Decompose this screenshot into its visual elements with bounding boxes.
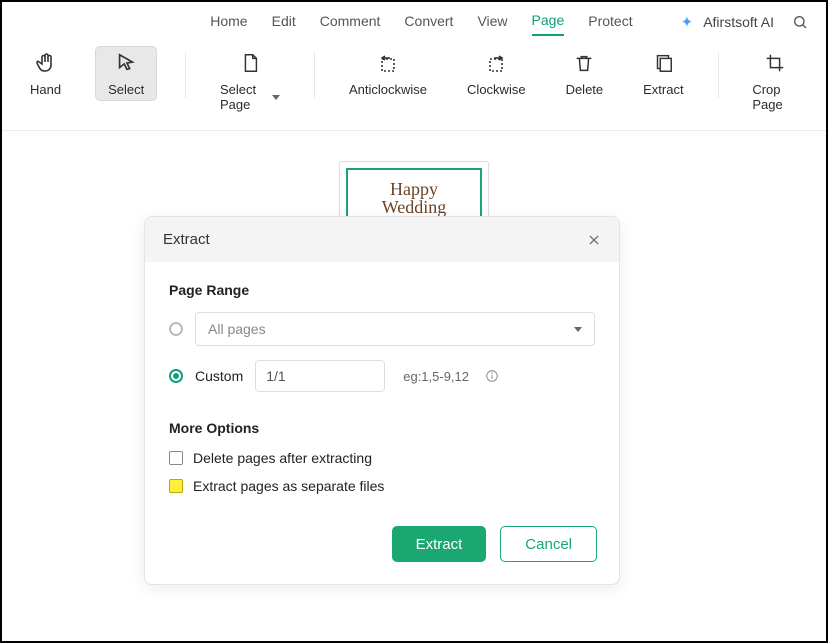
more-options-label: More Options bbox=[169, 420, 595, 436]
menu-bar: Home Edit Comment Convert View Page Prot… bbox=[2, 2, 826, 38]
delete-after-label: Delete pages after extracting bbox=[193, 450, 372, 466]
separate-files-label: Extract pages as separate files bbox=[193, 478, 384, 494]
ai-label[interactable]: Afirstsoft AI bbox=[703, 14, 774, 30]
chevron-down-icon bbox=[574, 327, 582, 332]
search-icon[interactable] bbox=[792, 14, 808, 30]
dialog-header: Extract bbox=[145, 217, 619, 262]
select-page-label: Select Page bbox=[220, 82, 280, 112]
menu-item-page[interactable]: Page bbox=[532, 8, 565, 36]
menu-item-view[interactable]: View bbox=[477, 9, 507, 35]
delete-label: Delete bbox=[566, 82, 604, 97]
clockwise-button[interactable]: Clockwise bbox=[461, 46, 532, 101]
menu-item-convert[interactable]: Convert bbox=[404, 9, 453, 35]
chevron-down-icon bbox=[272, 95, 280, 100]
anticlockwise-label: Anticlockwise bbox=[349, 82, 427, 97]
all-pages-row: All pages bbox=[169, 312, 595, 346]
delete-button[interactable]: Delete bbox=[560, 46, 610, 101]
page-icon bbox=[237, 50, 263, 76]
separate-files-row: Extract pages as separate files bbox=[169, 478, 595, 494]
custom-label: Custom bbox=[195, 368, 243, 384]
hand-icon bbox=[33, 50, 59, 76]
extract-confirm-button[interactable]: Extract bbox=[392, 526, 487, 562]
sparkle-icon: ✦ bbox=[681, 13, 694, 31]
separate-files-checkbox[interactable] bbox=[169, 479, 183, 493]
custom-radio[interactable] bbox=[169, 369, 183, 383]
menu-item-protect[interactable]: Protect bbox=[588, 9, 632, 35]
crop-page-button[interactable]: Crop Page bbox=[746, 46, 804, 116]
cancel-button[interactable]: Cancel bbox=[500, 526, 597, 562]
all-pages-option-label: All pages bbox=[208, 321, 266, 337]
cursor-icon bbox=[113, 50, 139, 76]
toolbar-separator bbox=[314, 52, 315, 98]
custom-page-input[interactable] bbox=[255, 360, 385, 392]
page-range-label: Page Range bbox=[169, 282, 595, 298]
trash-icon bbox=[571, 50, 597, 76]
dialog-title: Extract bbox=[163, 231, 210, 248]
hand-button[interactable]: Hand bbox=[24, 46, 67, 101]
menu-right-group: ✦ Afirstsoft AI bbox=[681, 13, 808, 31]
toolbar-separator bbox=[718, 52, 719, 98]
crop-icon bbox=[762, 50, 788, 76]
rotate-left-icon bbox=[375, 50, 401, 76]
custom-row: Custom eg:1,5-9,12 bbox=[169, 360, 595, 392]
delete-after-row: Delete pages after extracting bbox=[169, 450, 595, 466]
select-button[interactable]: Select bbox=[95, 46, 157, 101]
crop-page-label: Crop Page bbox=[752, 82, 798, 112]
extract-dialog: Extract Page Range All pages Custom eg:1… bbox=[144, 216, 620, 585]
page-thumbnail-title: Happy Wedding bbox=[356, 180, 472, 216]
anticlockwise-button[interactable]: Anticlockwise bbox=[343, 46, 433, 101]
menu-item-comment[interactable]: Comment bbox=[320, 9, 381, 35]
extract-label: Extract bbox=[643, 82, 683, 97]
extract-icon bbox=[650, 50, 676, 76]
extract-button[interactable]: Extract bbox=[637, 46, 689, 101]
close-icon[interactable] bbox=[587, 233, 601, 247]
dialog-footer: Extract Cancel bbox=[145, 514, 619, 584]
menu-item-list: Home Edit Comment Convert View Page Prot… bbox=[210, 8, 632, 36]
all-pages-radio[interactable] bbox=[169, 322, 183, 336]
dialog-body: Page Range All pages Custom eg:1,5-9,12 … bbox=[145, 262, 619, 514]
more-options-section: More Options Delete pages after extracti… bbox=[169, 420, 595, 494]
hand-label: Hand bbox=[30, 82, 61, 97]
select-label: Select bbox=[108, 82, 144, 97]
toolbar-separator bbox=[185, 52, 186, 98]
all-pages-select[interactable]: All pages bbox=[195, 312, 595, 346]
toolbar: Hand Select Select Page Anticlockwise Cl… bbox=[2, 38, 826, 131]
menu-item-edit[interactable]: Edit bbox=[272, 9, 296, 35]
clockwise-label: Clockwise bbox=[467, 82, 526, 97]
menu-item-home[interactable]: Home bbox=[210, 9, 247, 35]
select-page-button[interactable]: Select Page bbox=[214, 46, 286, 116]
page-range-hint: eg:1,5-9,12 bbox=[403, 369, 469, 384]
delete-after-checkbox[interactable] bbox=[169, 451, 183, 465]
rotate-right-icon bbox=[483, 50, 509, 76]
info-icon[interactable] bbox=[485, 369, 499, 383]
